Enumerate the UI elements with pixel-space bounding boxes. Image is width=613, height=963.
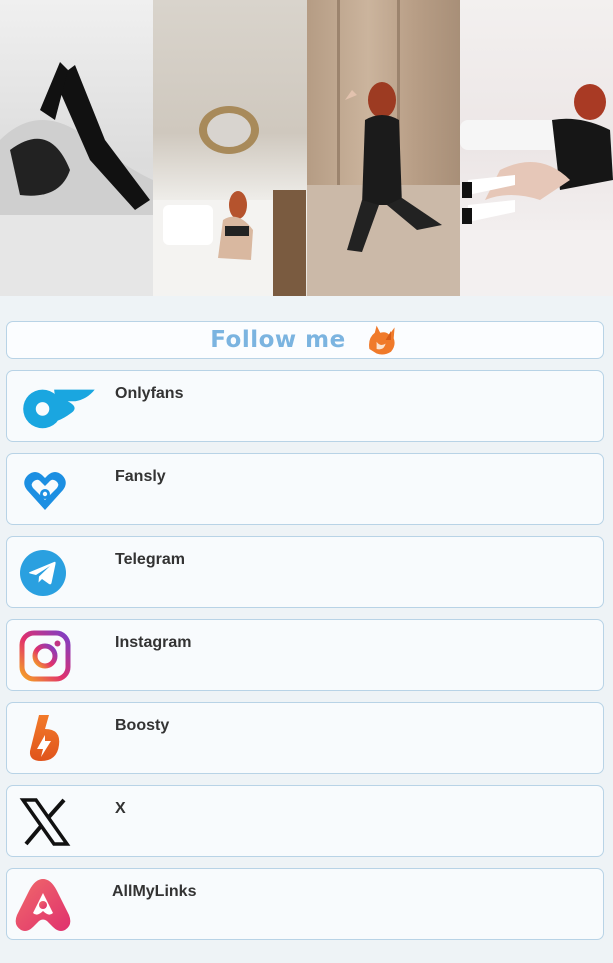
x-icon <box>19 798 71 846</box>
link-label-x: X <box>115 800 126 817</box>
link-card-instagram[interactable]: Instagram <box>6 619 604 691</box>
link-card-allmylinks[interactable]: AllMyLinks <box>6 868 604 940</box>
link-card-x[interactable]: X <box>6 785 604 857</box>
link-label-allmylinks: AllMyLinks <box>112 883 197 900</box>
gallery-photo[interactable] <box>0 0 154 296</box>
gallery-photo[interactable] <box>459 0 613 296</box>
link-card-boosty[interactable]: Boosty <box>6 702 604 774</box>
gallery-photo[interactable] <box>153 0 307 296</box>
onlyfans-icon <box>23 389 95 429</box>
link-label-onlyfans: Onlyfans <box>115 385 184 402</box>
link-label-boosty: Boosty <box>115 717 170 734</box>
allmylinks-icon <box>15 879 71 931</box>
photo-gallery <box>0 0 613 296</box>
link-label-instagram: Instagram <box>115 634 192 651</box>
telegram-icon <box>20 550 66 596</box>
follow-me-label: Follow me <box>210 327 346 353</box>
fox-icon <box>368 325 395 355</box>
follow-me-banner[interactable]: Follow me <box>6 321 604 359</box>
fansly-icon <box>24 472 66 510</box>
link-card-telegram[interactable]: Telegram <box>6 536 604 608</box>
link-label-fansly: Fansly <box>115 468 166 485</box>
instagram-icon <box>19 630 71 682</box>
links-list: Follow me Onlyfans Fansly Telegram Insta… <box>0 296 613 963</box>
link-card-fansly[interactable]: Fansly <box>6 453 604 525</box>
link-label-telegram: Telegram <box>115 551 185 568</box>
boosty-icon <box>29 715 60 761</box>
gallery-photo[interactable] <box>306 0 460 296</box>
link-card-onlyfans[interactable]: Onlyfans <box>6 370 604 442</box>
